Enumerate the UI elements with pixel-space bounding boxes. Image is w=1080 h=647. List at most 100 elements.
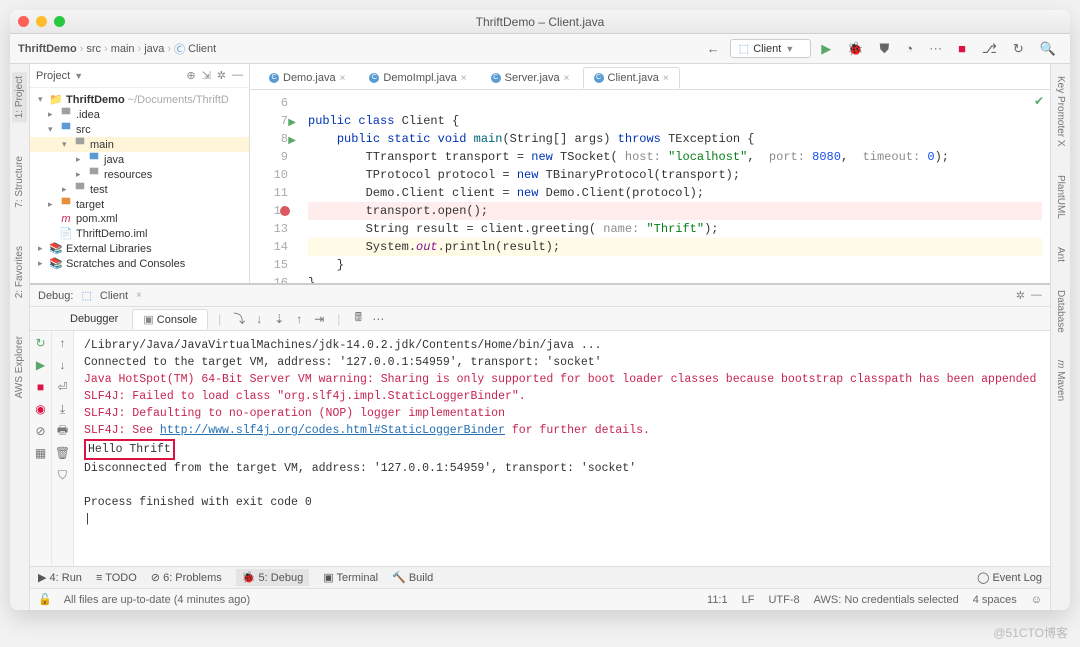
settings-icon[interactable]: ✲ [217, 69, 226, 82]
gutter[interactable]: 67▶8▶910111213141516 [250, 90, 300, 283]
close-window-icon[interactable] [18, 16, 29, 27]
update-button[interactable]: ↻ [1007, 39, 1030, 59]
editor-tab[interactable]: CDemo.java× [258, 67, 356, 89]
breadcrumb-item[interactable]: main [111, 43, 135, 55]
status-line-sep[interactable]: LF [742, 594, 755, 606]
mute-bp-icon[interactable]: ⊘ [33, 423, 49, 439]
breadcrumb-root[interactable]: ThriftDemo [18, 43, 77, 55]
close-tab-icon[interactable]: × [340, 73, 346, 84]
run-gutter-icon[interactable]: ▶ [288, 133, 296, 151]
tree-item[interactable]: ▸📚Scratches and Consoles [30, 256, 249, 271]
status-aws[interactable]: AWS: No credentials selected [814, 594, 959, 606]
editor-tab[interactable]: CClient.java× [583, 67, 680, 89]
bottom-tab-todo[interactable]: ≡ TODO [96, 572, 137, 584]
close-tab-icon[interactable]: × [461, 73, 467, 84]
hide-icon[interactable]: — [1031, 289, 1042, 302]
step-over-icon[interactable]: ⤵ [231, 311, 247, 327]
filter-icon[interactable]: ⛉ [55, 467, 71, 483]
tree-item[interactable]: ▸▝▘.idea [30, 107, 249, 122]
breakpoint-icon[interactable] [280, 206, 290, 216]
step-into-icon[interactable]: ↓ [251, 311, 267, 327]
bottom-tab-run[interactable]: ▶ 4: Run [38, 571, 82, 584]
bottom-tab-problems[interactable]: ⊘ 6: Problems [151, 571, 222, 584]
console-link[interactable]: http://www.slf4j.org/codes.html#StaticLo… [160, 424, 505, 437]
close-tab-icon[interactable]: × [663, 73, 669, 84]
soft-wrap-icon[interactable]: ⏎ [55, 379, 71, 395]
code-editor[interactable]: public class Client { public static void… [300, 90, 1050, 283]
resume-icon[interactable]: ▶ [33, 357, 49, 373]
run-configuration-selector[interactable]: ⬚Client▼ [730, 39, 811, 58]
breadcrumb-item[interactable]: src [86, 43, 101, 55]
evaluate-icon[interactable]: 🖩 [350, 311, 366, 327]
breakpoints-icon[interactable]: ◉ [33, 401, 49, 417]
status-inspections-icon[interactable]: ☺ [1031, 594, 1042, 606]
sidebar-tab-project[interactable]: 1: Project [12, 72, 27, 122]
zoom-window-icon[interactable] [54, 16, 65, 27]
sidebar-tab-ant[interactable]: Ant [1053, 243, 1068, 266]
select-opened-icon[interactable]: ⊕ [186, 69, 195, 82]
tree-root[interactable]: ▾📁ThriftDemo ~/Documents/ThriftD [30, 92, 249, 107]
tree-item[interactable]: ▸📚External Libraries [30, 241, 249, 256]
status-position[interactable]: 11:1 [707, 594, 728, 606]
rerun-icon[interactable]: ↻ [33, 335, 49, 351]
sidebar-tab-structure[interactable]: 7: Structure [12, 152, 27, 212]
sidebar-tab-favorites[interactable]: 2: Favorites [12, 242, 27, 302]
clear-icon[interactable]: 🗑 [55, 445, 71, 461]
tree-item[interactable]: ▸▝▘java [30, 152, 249, 167]
editor-tab[interactable]: CDemoImpl.java× [358, 67, 477, 89]
console-output[interactable]: /Library/Java/JavaVirtualMachines/jdk-14… [74, 331, 1050, 566]
search-button[interactable]: 🔍 [1034, 39, 1062, 59]
inspection-ok-icon[interactable]: ✔ [1034, 94, 1044, 109]
sidebar-tab-aws[interactable]: AWS Explorer [12, 332, 27, 402]
up-icon[interactable]: ↑ [55, 335, 71, 351]
tree-item[interactable]: 📄ThriftDemo.iml [30, 226, 249, 241]
breadcrumb-item[interactable]: java [144, 43, 164, 55]
sidebar-tab-database[interactable]: Database [1053, 286, 1068, 337]
status-lock-icon[interactable]: 🔓 [38, 593, 52, 606]
bottom-tab-build[interactable]: 🔨 Build [392, 571, 433, 584]
tab-debugger[interactable]: Debugger [60, 310, 128, 328]
trace-icon[interactable]: ⋯ [370, 311, 386, 327]
stop-icon[interactable]: ■ [33, 379, 49, 395]
tree-item[interactable]: ▸▝▘test [30, 182, 249, 197]
tree-item[interactable]: ▸▝▘target [30, 197, 249, 212]
git-button[interactable]: ⎇ [976, 39, 1003, 59]
run-button[interactable]: ▶ [815, 39, 837, 59]
sidebar-tab-maven[interactable]: m Maven [1053, 356, 1068, 405]
status-indent[interactable]: 4 spaces [973, 594, 1017, 606]
bottom-tab-debug[interactable]: 🐞 5: Debug [236, 569, 309, 586]
coverage-button[interactable]: ⛊ [873, 39, 895, 59]
tree-item[interactable]: ▸▝▘resources [30, 167, 249, 182]
close-icon[interactable]: × [136, 290, 142, 301]
status-encoding[interactable]: UTF-8 [768, 594, 799, 606]
back-button[interactable]: ← [701, 39, 726, 58]
close-tab-icon[interactable]: × [564, 73, 570, 84]
hide-icon[interactable]: — [232, 69, 243, 82]
sidebar-tab-plantuml[interactable]: PlantUML [1053, 171, 1068, 223]
gear-icon[interactable]: ✲ [1016, 289, 1025, 302]
editor-tab[interactable]: CServer.java× [480, 67, 581, 89]
run-to-cursor-icon[interactable]: ⇥ [311, 311, 327, 327]
sidebar-tab-keypromoter[interactable]: Key Promoter X [1053, 72, 1068, 151]
breadcrumb-item[interactable]: Client [188, 43, 216, 55]
debug-button[interactable]: 🐞 [841, 39, 869, 59]
event-log-button[interactable]: ◯ Event Log [977, 571, 1042, 584]
force-step-icon[interactable]: ⇣ [271, 311, 287, 327]
tab-console[interactable]: ▣ Console [132, 309, 208, 329]
down-icon[interactable]: ↓ [55, 357, 71, 373]
tree-item[interactable]: ▾▝▘main [30, 137, 249, 152]
attach-button[interactable]: ⋯ [923, 39, 948, 59]
expand-all-icon[interactable]: ⇲ [202, 69, 211, 82]
minimize-window-icon[interactable] [36, 16, 47, 27]
breadcrumb[interactable]: ThriftDemo› src› main› java› ⒸClient [18, 41, 216, 57]
tree-item[interactable]: mpom.xml [30, 212, 249, 226]
stop-button[interactable]: ■ [952, 39, 972, 58]
tree-item[interactable]: ▾▝▘src [30, 122, 249, 137]
print-icon[interactable]: 🖶 [55, 423, 71, 439]
bottom-tab-terminal[interactable]: ▣ Terminal [323, 571, 378, 584]
scroll-end-icon[interactable]: ⤓ [55, 401, 71, 417]
profile-button[interactable]: ◔ [899, 39, 919, 58]
run-gutter-icon[interactable]: ▶ [288, 115, 296, 133]
step-out-icon[interactable]: ↑ [291, 311, 307, 327]
layout-icon[interactable]: ▦ [33, 445, 49, 461]
